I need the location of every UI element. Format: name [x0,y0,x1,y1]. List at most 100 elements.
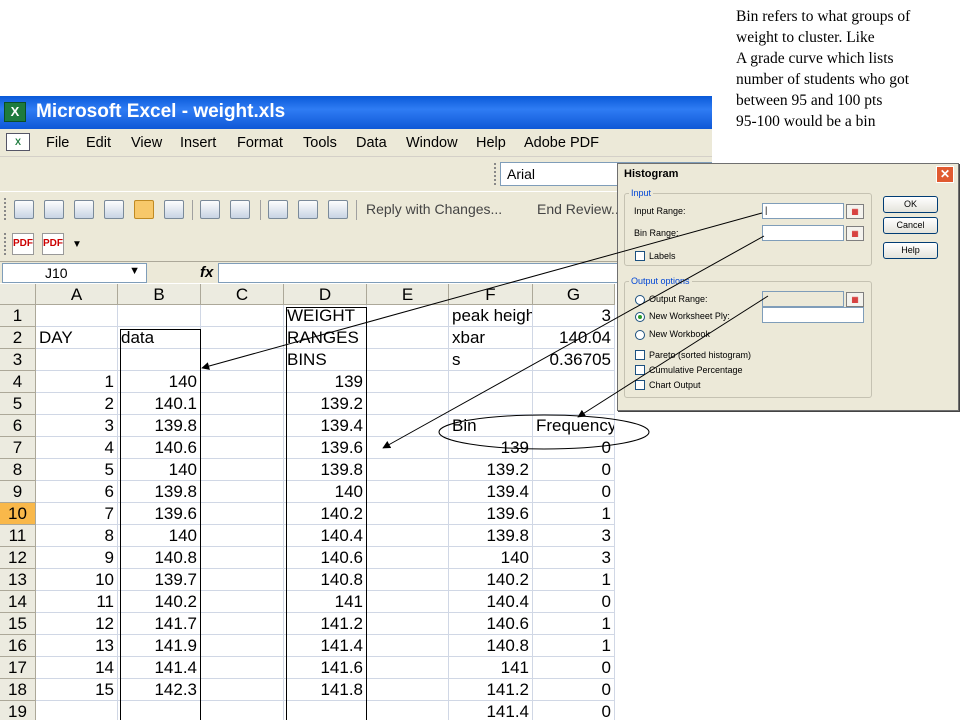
help-button[interactable]: Help [883,242,938,259]
cell-g1[interactable]: 3 [533,305,615,327]
cell-a11[interactable]: 8 [36,525,118,547]
ink-annotation-icon[interactable] [268,200,288,219]
labels-checkbox[interactable] [635,251,645,261]
new-worksheet-ply-field[interactable] [762,307,864,323]
row-header[interactable]: 9 [0,481,36,503]
cell-b16[interactable]: 141.9 [118,635,201,657]
cell-e13[interactable] [367,569,449,591]
cell-c5[interactable] [201,393,284,415]
row-header[interactable]: 11 [0,525,36,547]
cell-d7[interactable]: 139.6 [284,437,367,459]
cell-e18[interactable] [367,679,449,701]
cell-d5[interactable]: 139.2 [284,393,367,415]
cell-a8[interactable]: 5 [36,459,118,481]
end-review-button[interactable]: End Review... [537,201,623,217]
cell-g18[interactable]: 0 [533,679,615,701]
cell-c11[interactable] [201,525,284,547]
cell-e12[interactable] [367,547,449,569]
cell-c7[interactable] [201,437,284,459]
bin-range-field[interactable] [762,225,844,241]
cell-c18[interactable] [201,679,284,701]
cell-d2[interactable]: RANGES [284,327,367,349]
show-all-comments-icon[interactable] [134,200,154,219]
show-comment-icon[interactable] [104,200,124,219]
toolbar-grip[interactable] [494,163,497,185]
row-header[interactable]: 6 [0,415,36,437]
cell-c2[interactable] [201,327,284,349]
cell-a7[interactable]: 4 [36,437,118,459]
cell-g16[interactable]: 1 [533,635,615,657]
previous-comment-icon[interactable] [44,200,64,219]
menu-help[interactable]: Help [476,135,506,151]
cell-g10[interactable]: 1 [533,503,615,525]
menu-data[interactable]: Data [356,135,387,151]
cell-a18[interactable]: 15 [36,679,118,701]
column-header-c[interactable]: C [201,284,284,305]
cell-e5[interactable] [367,393,449,415]
input-range-field[interactable]: | [762,203,844,219]
output-range-radio[interactable] [635,295,645,305]
cell-d1[interactable]: WEIGHT [284,305,367,327]
track-changes-icon[interactable] [200,200,220,219]
column-header-d[interactable]: D [284,284,367,305]
row-header[interactable]: 14 [0,591,36,613]
row-header[interactable]: 8 [0,459,36,481]
cell-b14[interactable]: 140.2 [118,591,201,613]
cell-b6[interactable]: 139.8 [118,415,201,437]
cell-e8[interactable] [367,459,449,481]
cell-f17[interactable]: 141 [449,657,533,679]
cell-g8[interactable]: 0 [533,459,615,481]
cell-f8[interactable]: 139.2 [449,459,533,481]
cell-g4[interactable] [533,371,615,393]
row-header[interactable]: 2 [0,327,36,349]
cell-b11[interactable]: 140 [118,525,201,547]
convert-to-pdf-icon[interactable]: PDF [12,233,34,255]
column-header-g[interactable]: G [533,284,615,305]
cell-b10[interactable]: 139.6 [118,503,201,525]
cell-a19[interactable] [36,701,118,720]
cell-d6[interactable]: 139.4 [284,415,367,437]
chart-output-checkbox[interactable] [635,380,645,390]
cell-e10[interactable] [367,503,449,525]
menu-file[interactable]: File [46,135,69,151]
cell-d13[interactable]: 140.8 [284,569,367,591]
cell-b17[interactable]: 141.4 [118,657,201,679]
dialog-title-bar[interactable]: Histogram ✕ [618,164,958,186]
cell-d17[interactable]: 141.6 [284,657,367,679]
cell-d9[interactable]: 140 [284,481,367,503]
cell-a9[interactable]: 6 [36,481,118,503]
cell-g12[interactable]: 3 [533,547,615,569]
cell-g14[interactable]: 0 [533,591,615,613]
row-header[interactable]: 17 [0,657,36,679]
cell-d19[interactable] [284,701,367,720]
cell-f6[interactable]: Bin [449,415,533,437]
cell-e11[interactable] [367,525,449,547]
row-header[interactable]: 16 [0,635,36,657]
cell-e14[interactable] [367,591,449,613]
cell-a4[interactable]: 1 [36,371,118,393]
cell-d8[interactable]: 139.8 [284,459,367,481]
row-header[interactable]: 5 [0,393,36,415]
cell-e4[interactable] [367,371,449,393]
pareto-checkbox[interactable] [635,350,645,360]
cell-b8[interactable]: 140 [118,459,201,481]
cell-e9[interactable] [367,481,449,503]
cell-b1[interactable] [118,305,201,327]
cell-d16[interactable]: 141.4 [284,635,367,657]
menu-insert[interactable]: Insert [180,135,216,151]
collapse-dialog-icon[interactable]: ▦ [846,292,864,307]
cell-g5[interactable] [533,393,615,415]
cell-f18[interactable]: 141.2 [449,679,533,701]
cell-f19[interactable]: 141.4 [449,701,533,720]
row-header[interactable]: 3 [0,349,36,371]
cell-e3[interactable] [367,349,449,371]
cell-d18[interactable]: 141.8 [284,679,367,701]
cumulative-percentage-checkbox[interactable] [635,365,645,375]
cell-b7[interactable]: 140.6 [118,437,201,459]
cell-c16[interactable] [201,635,284,657]
row-header[interactable]: 12 [0,547,36,569]
delete-comment-icon[interactable] [164,200,184,219]
cell-b18[interactable]: 142.3 [118,679,201,701]
cell-b3[interactable] [118,349,201,371]
cell-e17[interactable] [367,657,449,679]
